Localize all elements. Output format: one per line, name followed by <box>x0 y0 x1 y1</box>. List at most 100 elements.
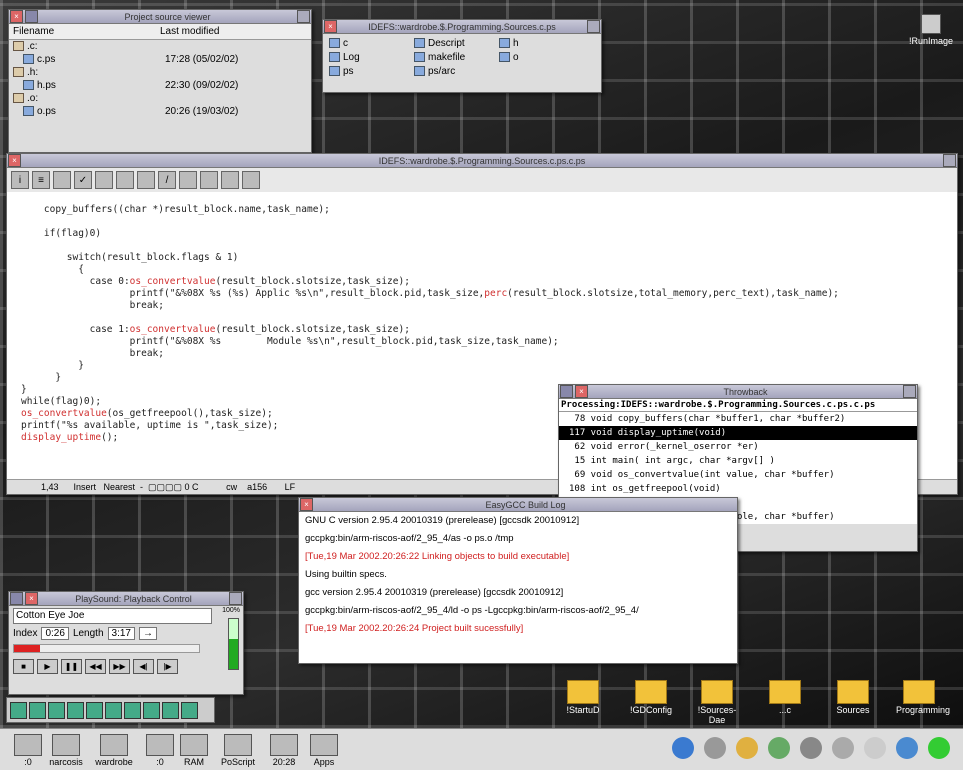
list-icon[interactable]: ≡ <box>32 171 50 189</box>
pinboard-folder[interactable]: !StartuD <box>560 680 606 715</box>
toggle-size-icon[interactable] <box>943 154 956 167</box>
print-icon[interactable] <box>116 171 134 189</box>
toggle-size-icon[interactable] <box>587 20 600 33</box>
list-item[interactable]: .h: <box>9 66 311 79</box>
length-label: Length <box>72 628 104 639</box>
pinboard-folder[interactable]: !Sources-Dae <box>694 680 740 725</box>
speaker-icon[interactable] <box>832 737 854 759</box>
toggle-size-icon[interactable] <box>903 385 916 398</box>
filer-item[interactable]: makefile <box>414 52 499 63</box>
filer-item[interactable]: o <box>499 52 559 63</box>
filer-titlebar[interactable]: × IDEFS::wardrobe.$.Programming.Sources.… <box>323 20 601 34</box>
filer-item[interactable]: c <box>329 38 414 49</box>
paint-icon[interactable] <box>736 737 758 759</box>
throwback-item[interactable]: 117 void display_uptime(void) <box>559 426 917 440</box>
pause-button[interactable]: ❚❚ <box>61 659 82 674</box>
build-log-titlebar[interactable]: × EasyGCC Build Log <box>299 498 737 512</box>
throwback-item[interactable]: 15 int main( int argc, char *argv[] ) <box>559 454 917 468</box>
back-icon[interactable] <box>25 10 38 23</box>
close-icon[interactable]: × <box>10 10 23 23</box>
list-item[interactable]: .c: <box>9 40 311 53</box>
tool-strip-icon[interactable] <box>105 701 122 719</box>
list-item[interactable]: .o: <box>9 92 311 105</box>
file-name: .c: <box>27 41 38 52</box>
filer-item[interactable]: Descript <box>414 38 499 49</box>
back-icon[interactable] <box>10 592 23 605</box>
tool-strip-icon[interactable] <box>162 701 179 719</box>
tool-strip-icon[interactable] <box>181 701 198 719</box>
tool-strip-icon[interactable] <box>10 701 27 719</box>
play-button[interactable]: ▶ <box>37 659 58 674</box>
task-icon[interactable] <box>896 737 918 759</box>
display-icon[interactable] <box>800 737 822 759</box>
code-line: ​ <box>21 240 957 252</box>
iconbar-item[interactable]: 20:28 <box>262 734 306 767</box>
pinboard-folder[interactable]: Programming <box>896 680 950 715</box>
tool-strip-icon[interactable] <box>86 701 103 719</box>
iconbar-item[interactable]: Apps <box>302 734 346 767</box>
close-icon[interactable]: × <box>575 385 588 398</box>
iconbar-item[interactable]: wardrobe <box>92 734 136 767</box>
back-icon[interactable] <box>560 385 573 398</box>
next-track-button[interactable]: |▶ <box>157 659 178 674</box>
volume-slider[interactable] <box>228 618 239 670</box>
pinboard-folder[interactable]: !GDConfig <box>628 680 674 715</box>
slash-icon[interactable]: / <box>158 171 176 189</box>
globe-icon[interactable] <box>672 737 694 759</box>
gear-icon[interactable] <box>704 737 726 759</box>
save-as-icon[interactable] <box>179 171 197 189</box>
progress-bar[interactable] <box>13 644 200 653</box>
editor-titlebar[interactable]: × IDEFS::wardrobe.$.Programming.Sources.… <box>7 154 957 168</box>
length-value: 3:17 <box>107 627 135 640</box>
forward-button[interactable]: ▶▶ <box>109 659 130 674</box>
undo-icon[interactable] <box>137 171 155 189</box>
tool-strip-icon[interactable] <box>29 701 46 719</box>
battery-icon[interactable] <box>928 737 950 759</box>
hand-icon[interactable] <box>864 737 886 759</box>
close-icon[interactable]: × <box>8 154 21 167</box>
save-icon[interactable] <box>95 171 113 189</box>
throwback-titlebar[interactable]: × Throwback <box>559 385 917 399</box>
filer-item[interactable]: Log <box>329 52 414 63</box>
throwback-item[interactable]: 78 void copy_buffers(char *buffer1, char… <box>559 412 917 426</box>
close-icon[interactable]: × <box>324 20 337 33</box>
run-icon[interactable] <box>200 171 218 189</box>
toggle-size-icon[interactable] <box>229 592 242 605</box>
iconbar-item[interactable]: PoScript <box>216 734 260 767</box>
check-icon[interactable]: ✓ <box>74 171 92 189</box>
rewind-button[interactable]: ◀◀ <box>85 659 106 674</box>
stop-button[interactable]: ■ <box>13 659 34 674</box>
book-icon[interactable] <box>53 171 71 189</box>
list-item[interactable]: c.ps 17:28 (05/02/02) <box>9 53 311 66</box>
iconbar-item[interactable]: RAM <box>172 734 216 767</box>
filer-item[interactable]: ps/arc <box>414 66 499 77</box>
pinboard-folder[interactable]: Sources <box>830 680 876 715</box>
tool-strip-icon[interactable] <box>67 701 84 719</box>
close-icon[interactable]: × <box>300 498 313 511</box>
tool-strip-icon[interactable] <box>143 701 160 719</box>
list-item[interactable]: h.ps 22:30 (09/02/02) <box>9 79 311 92</box>
window-title: EasyGCC Build Log <box>485 499 566 510</box>
throwback-item[interactable]: 108 int os_getfreepool(void) <box>559 482 917 496</box>
info-icon[interactable]: i <box>11 171 29 189</box>
source-viewer-titlebar[interactable]: × Project source viewer <box>9 10 311 24</box>
filer-item[interactable]: ps <box>329 66 414 77</box>
tool-strip-icon[interactable] <box>48 701 65 719</box>
runimage-icon[interactable]: !RunImage <box>906 14 956 46</box>
pinboard-folder[interactable]: ...c <box>762 680 808 715</box>
close-icon[interactable]: × <box>25 592 38 605</box>
jump-icon[interactable]: → <box>139 627 157 640</box>
index-value: 0:26 <box>41 627 69 640</box>
footprint-icon[interactable] <box>242 171 260 189</box>
prev-track-button[interactable]: ◀| <box>133 659 154 674</box>
filer-item[interactable]: h <box>499 38 559 49</box>
tool-strip-icon[interactable] <box>124 701 141 719</box>
toggle-size-icon[interactable] <box>297 10 310 23</box>
throwback-item[interactable]: 69 void os_convertvalue(int value, char … <box>559 468 917 482</box>
playsound-titlebar[interactable]: × PlaySound: Playback Control <box>9 592 243 606</box>
iconbar-item[interactable]: narcosis <box>44 734 88 767</box>
list-item[interactable]: o.ps 20:26 (19/03/02) <box>9 105 311 118</box>
throwback-item[interactable]: 62 void error(_kernel_oserror *er) <box>559 440 917 454</box>
grid-icon[interactable] <box>768 737 790 759</box>
build-icon[interactable] <box>221 171 239 189</box>
